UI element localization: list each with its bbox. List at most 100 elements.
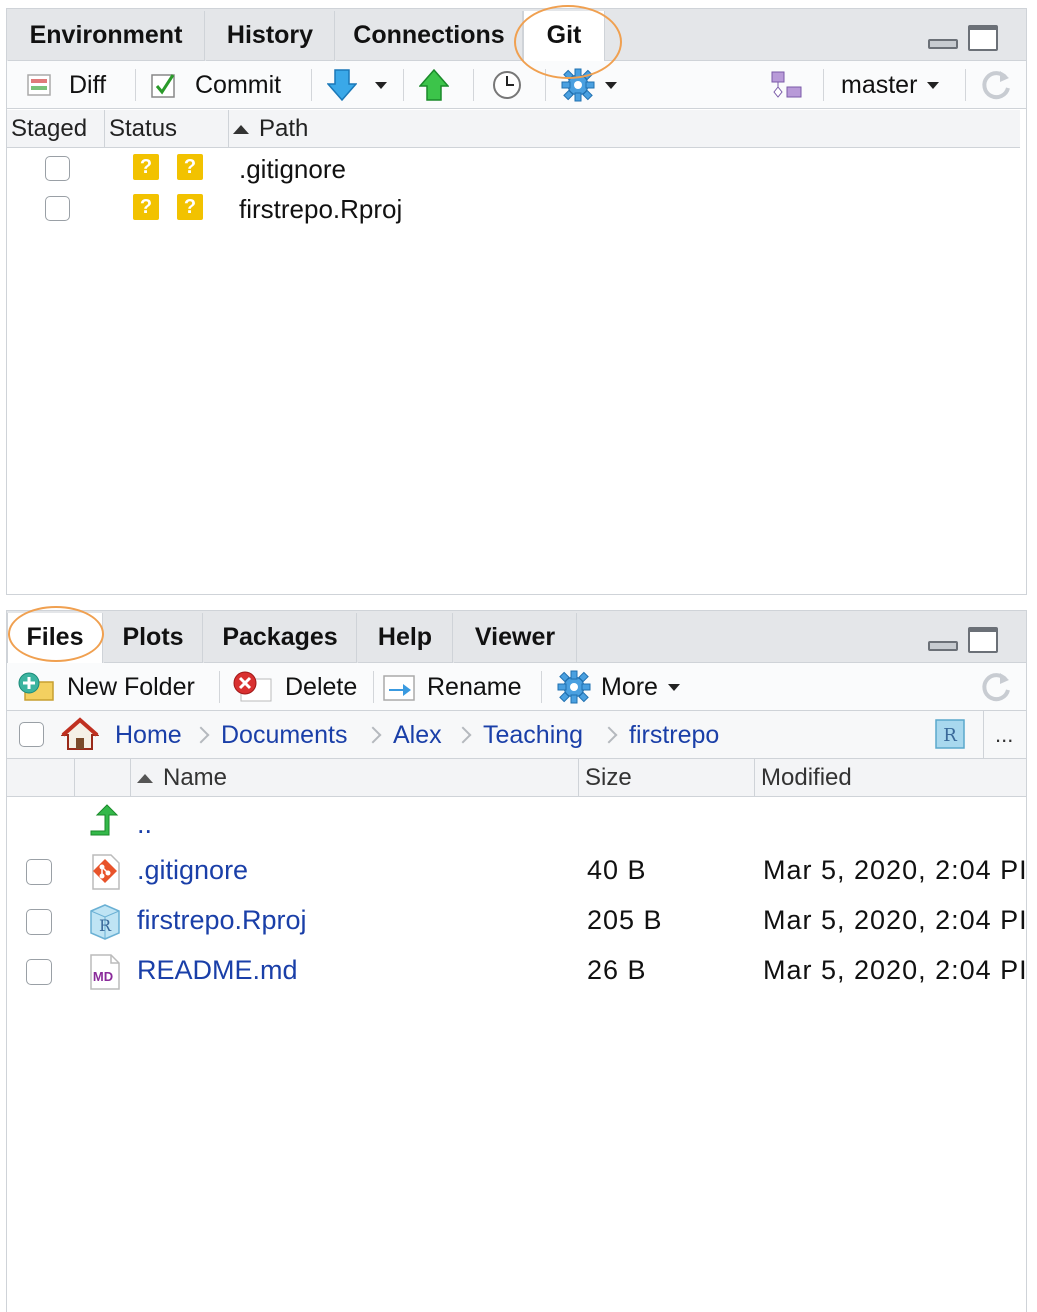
rproj-go-to-project-icon[interactable]: R <box>933 717 967 751</box>
toolbar-separator <box>965 69 966 101</box>
git-pane-tabstrip: Environment History Connections Git <box>7 9 1026 62</box>
column-staged[interactable]: Staged <box>7 110 105 148</box>
svg-text:R: R <box>943 725 957 746</box>
status-untracked-badge: ? <box>133 194 159 220</box>
column-size[interactable]: Size <box>579 759 755 797</box>
tab-plots[interactable]: Plots <box>103 613 203 663</box>
breadcrumb-teaching[interactable]: Teaching <box>483 711 583 759</box>
files-pane-tabstrip: Files Plots Packages Help Viewer <box>7 611 1026 664</box>
files-pane-window-controls <box>928 627 1004 655</box>
branch-diagram-button[interactable] <box>769 61 805 109</box>
tab-connections[interactable]: Connections <box>335 11 523 61</box>
column-name[interactable]: Name <box>131 759 579 797</box>
pull-arrow-down-icon <box>327 69 357 102</box>
file-select-checkbox[interactable] <box>26 909 52 935</box>
home-icon[interactable] <box>61 717 99 751</box>
status-untracked-badge: ? <box>177 194 203 220</box>
history-button[interactable] <box>491 61 523 109</box>
tab-help[interactable]: Help <box>357 613 453 663</box>
file-row[interactable]: R firstrepo.Rproj 205 B Mar 5, 2020, 2:0… <box>7 897 1026 947</box>
gear-icon <box>557 670 591 704</box>
breadcrumb-separator <box>192 726 210 744</box>
minimize-pane-button[interactable] <box>928 39 958 49</box>
branch-diagram-icon <box>771 71 802 98</box>
select-all-checkbox[interactable] <box>19 722 44 747</box>
refresh-icon <box>982 71 1010 100</box>
parent-directory-arrow-icon <box>90 804 119 836</box>
files-table-header: Name Size Modified <box>7 759 1026 797</box>
breadcrumb-home[interactable]: Home <box>115 711 182 759</box>
file-select-checkbox[interactable] <box>26 959 52 985</box>
file-modified: Mar 5, 2020, 2:04 PI <box>763 855 1027 885</box>
sort-ascending-icon <box>233 125 249 135</box>
more-path-button[interactable]: ... <box>995 711 1013 759</box>
chevron-down-icon <box>375 81 387 89</box>
delete-x-icon <box>233 671 272 702</box>
new-folder-button[interactable]: New Folder <box>17 663 195 711</box>
markdown-file-icon: MD <box>90 954 120 990</box>
breadcrumb-separator <box>454 726 472 744</box>
sort-ascending-icon <box>137 774 153 784</box>
column-path[interactable]: Path <box>229 110 1021 148</box>
chevron-down-icon <box>927 81 940 89</box>
column-status[interactable]: Status <box>105 110 229 148</box>
pull-options-dropdown[interactable] <box>375 61 387 109</box>
tab-packages[interactable]: Packages <box>203 613 357 663</box>
toolbar-separator <box>541 671 542 703</box>
git-change-row[interactable]: ? ? firstrepo.Rproj <box>7 190 1026 230</box>
maximize-pane-button[interactable] <box>968 627 998 653</box>
git-toolbar: Diff Commit master <box>7 61 1026 109</box>
file-size: 26 B <box>587 955 647 985</box>
git-change-row[interactable]: ? ? .gitignore <box>7 150 1026 190</box>
file-row[interactable]: MD README.md 26 B Mar 5, 2020, 2:04 PI <box>7 947 1026 997</box>
breadcrumb-alex[interactable]: Alex <box>393 711 442 759</box>
parent-directory-link[interactable]: .. <box>137 809 152 840</box>
file-name-link[interactable]: .gitignore <box>137 855 248 886</box>
parent-directory-row[interactable]: .. <box>7 799 1026 849</box>
tab-history[interactable]: History <box>205 11 335 61</box>
column-icon <box>75 759 131 797</box>
toolbar-separator <box>545 69 546 101</box>
file-name-link[interactable]: README.md <box>137 955 298 986</box>
file-select-checkbox[interactable] <box>26 859 52 885</box>
git-changes-header: Staged Status Path <box>7 110 1020 148</box>
tab-git[interactable]: Git <box>523 11 605 62</box>
commit-button[interactable]: Commit <box>149 61 281 109</box>
push-button[interactable] <box>419 61 449 109</box>
status-untracked-badge: ? <box>133 154 159 180</box>
staged-checkbox[interactable] <box>45 196 70 221</box>
breadcrumb-firstrepo[interactable]: firstrepo <box>629 711 719 759</box>
breadcrumb-documents[interactable]: Documents <box>221 711 347 759</box>
staged-checkbox[interactable] <box>45 156 70 181</box>
toolbar-separator <box>135 69 136 101</box>
tab-files[interactable]: Files <box>7 613 103 664</box>
file-size: 40 B <box>587 855 647 885</box>
minimize-pane-button[interactable] <box>928 641 958 651</box>
toolbar-separator <box>311 69 312 101</box>
file-modified: Mar 5, 2020, 2:04 PI <box>763 955 1027 985</box>
maximize-pane-button[interactable] <box>968 25 998 51</box>
git-pane-window-controls <box>928 25 1004 53</box>
git-refresh-button[interactable] <box>979 61 1013 109</box>
delete-button[interactable]: Delete <box>231 663 357 711</box>
tab-viewer[interactable]: Viewer <box>453 613 577 663</box>
git-more-gear-button[interactable] <box>561 61 617 109</box>
branch-selector[interactable]: master <box>841 61 940 109</box>
commit-checkbox-icon <box>151 74 175 98</box>
chevron-down-icon <box>667 683 680 691</box>
files-refresh-button[interactable] <box>979 663 1013 711</box>
breadcrumb-divider <box>983 711 984 759</box>
change-path: firstrepo.Rproj <box>239 194 403 224</box>
tab-environment[interactable]: Environment <box>7 11 205 61</box>
column-modified[interactable]: Modified <box>755 759 1026 797</box>
diff-button[interactable]: Diff <box>25 61 106 109</box>
new-folder-icon <box>18 672 54 701</box>
pull-button[interactable] <box>327 61 357 109</box>
clock-icon <box>493 71 521 99</box>
git-file-icon <box>92 854 120 890</box>
file-row[interactable]: .gitignore 40 B Mar 5, 2020, 2:04 PI <box>7 847 1026 897</box>
svg-text:R: R <box>99 916 112 935</box>
rename-button[interactable]: Rename <box>381 663 522 711</box>
more-button[interactable]: More <box>557 663 680 711</box>
file-name-link[interactable]: firstrepo.Rproj <box>137 905 307 936</box>
